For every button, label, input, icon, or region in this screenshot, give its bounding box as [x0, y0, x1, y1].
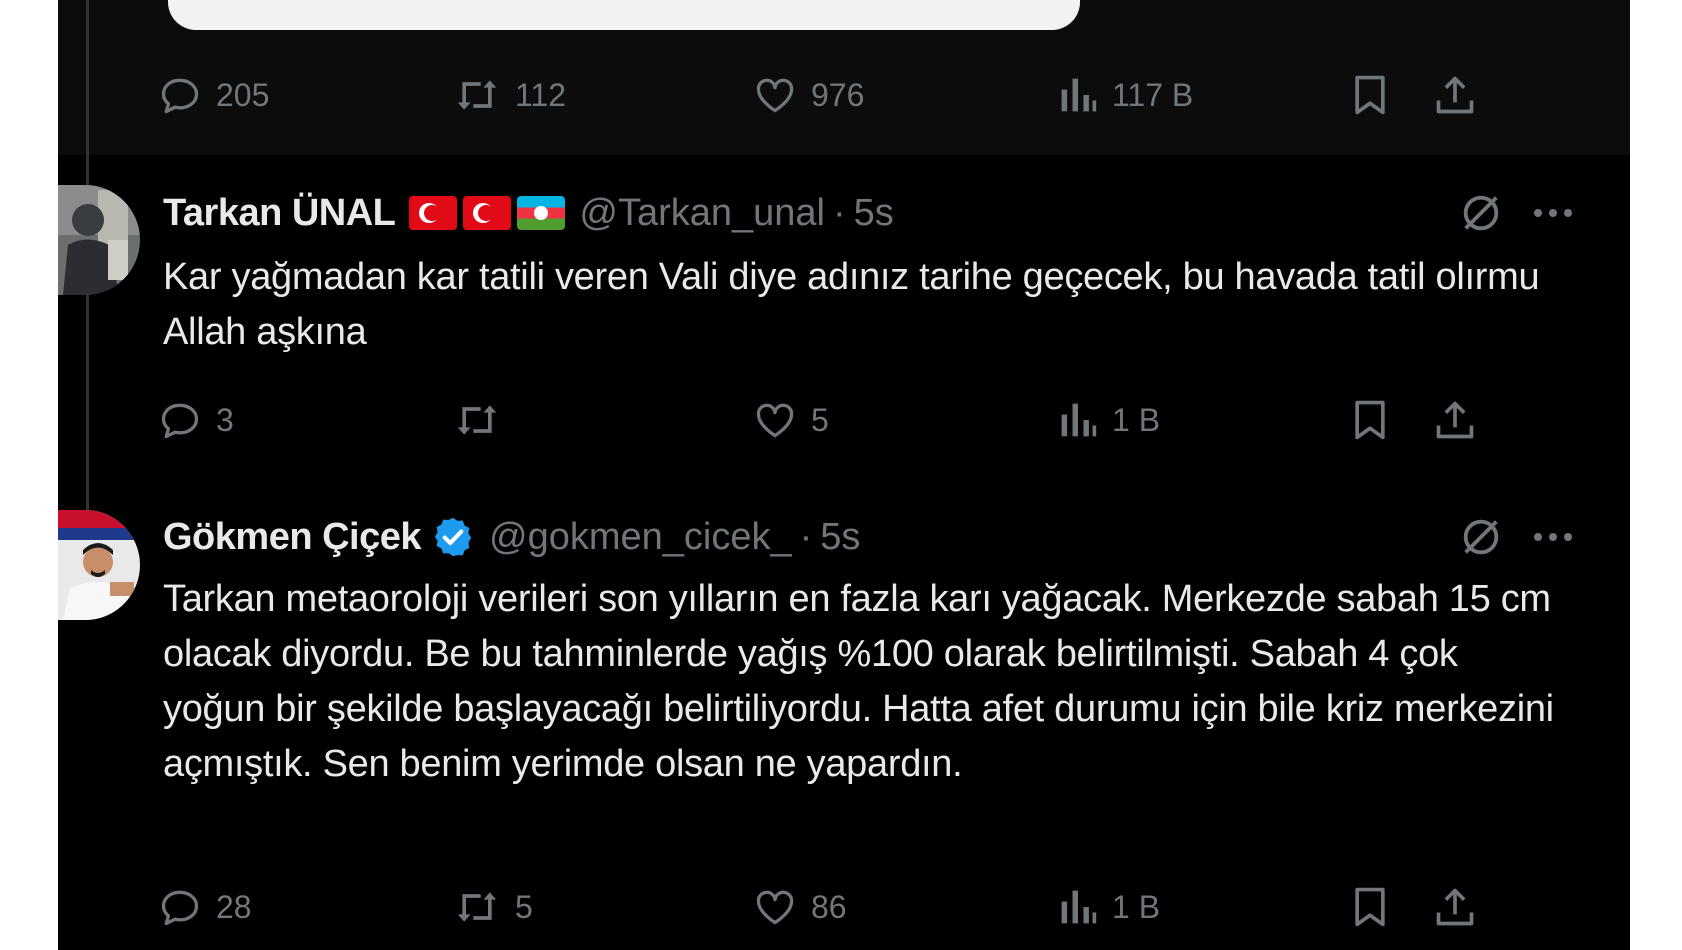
tweet-text: Kar yağmadan kar tatili veren Vali diye …: [163, 256, 1540, 353]
views-count: 1 B: [1112, 888, 1161, 925]
top-tweet: 205 112 976 117 B: [58, 0, 1630, 155]
views-button[interactable]: 1 B: [1058, 877, 1160, 937]
turkey-flag-icon: [409, 196, 458, 230]
timestamp[interactable]: 5s: [820, 516, 860, 559]
display-name[interactable]: Tarkan ÜNAL: [163, 192, 396, 235]
tweet-header: Gökmen Çiçek @gokmen_cicek_ · 5s: [163, 512, 860, 562]
tweet-action-bar: 3 5 1 B: [58, 390, 1630, 450]
bookmark-button[interactable]: [1348, 65, 1392, 125]
analytics-icon: [1058, 73, 1098, 117]
bookmark-icon: [1348, 885, 1392, 929]
reply-count: 205: [216, 76, 270, 113]
user-handle[interactable]: @Tarkan_unal: [579, 192, 825, 235]
reply-button[interactable]: 3: [158, 390, 234, 450]
display-name[interactable]: Gökmen Çiçek: [163, 516, 422, 559]
azerbaijan-flag-icon: [517, 196, 566, 230]
grok-icon[interactable]: [1456, 512, 1506, 562]
retweet-button[interactable]: 112: [453, 65, 566, 125]
like-count: 976: [811, 76, 865, 113]
more-icon[interactable]: [1528, 512, 1578, 562]
avatar[interactable]: [58, 510, 140, 620]
avatar[interactable]: [58, 185, 140, 295]
share-icon: [1433, 885, 1477, 929]
views-button[interactable]: 117 B: [1058, 65, 1193, 125]
analytics-icon: [1058, 398, 1098, 442]
analytics-icon: [1058, 885, 1098, 929]
retweet-icon: [453, 885, 501, 929]
bookmark-icon: [1348, 398, 1392, 442]
heart-icon: [753, 398, 797, 442]
reply-count: 28: [216, 888, 252, 925]
heart-icon: [753, 73, 797, 117]
verified-badge-icon: [431, 515, 475, 559]
retweet-count: 5: [515, 888, 533, 925]
views-button[interactable]: 1 B: [1058, 390, 1160, 450]
share-button[interactable]: [1433, 65, 1477, 125]
turkey-flag-icon: [463, 196, 512, 230]
tweet-text: Tarkan metaoroloji verileri son yılların…: [163, 578, 1554, 785]
like-button[interactable]: 86: [753, 877, 847, 937]
grok-icon[interactable]: [1456, 188, 1506, 238]
reply-count: 3: [216, 401, 234, 438]
share-icon: [1433, 73, 1477, 117]
share-button[interactable]: [1433, 877, 1477, 937]
bookmark-button[interactable]: [1348, 877, 1392, 937]
reply-icon: [158, 885, 202, 929]
top-tweet-action-bar: 205 112 976 117 B: [58, 65, 1630, 125]
bookmark-icon: [1348, 73, 1392, 117]
more-icon[interactable]: [1528, 188, 1578, 238]
reply-button[interactable]: 205: [158, 65, 269, 125]
like-count: 5: [811, 401, 829, 438]
retweet-icon: [453, 73, 501, 117]
retweet-button[interactable]: [453, 390, 515, 450]
bookmark-button[interactable]: [1348, 390, 1392, 450]
like-button[interactable]: 976: [753, 65, 864, 125]
retweet-count: 112: [515, 76, 567, 113]
tweet-header: Tarkan ÜNAL @Tarkan_unal · 5s: [163, 188, 894, 238]
separator-dot: ·: [799, 515, 813, 558]
reply-icon: [158, 398, 202, 442]
retweet-icon: [453, 398, 501, 442]
like-count: 86: [811, 888, 847, 925]
share-button[interactable]: [1433, 390, 1477, 450]
reply-button[interactable]: 28: [158, 877, 252, 937]
timestamp[interactable]: 5s: [854, 192, 894, 235]
separator-dot: ·: [833, 191, 846, 234]
retweet-button[interactable]: 5: [453, 877, 533, 937]
views-count: 1 B: [1112, 401, 1161, 438]
user-handle[interactable]: @gokmen_cicek_: [489, 516, 792, 559]
like-button[interactable]: 5: [753, 390, 829, 450]
reply-icon: [158, 73, 202, 117]
share-icon: [1433, 398, 1477, 442]
views-count: 117 B: [1112, 76, 1194, 113]
heart-icon: [753, 885, 797, 929]
tweet-action-bar: 28 5 86 1 B: [58, 877, 1630, 937]
tweet-media-card[interactable]: [168, 0, 1080, 30]
timeline-frame: 205 112 976 117 B Tarkan ÜNAL @Tarkan_un…: [58, 0, 1630, 950]
